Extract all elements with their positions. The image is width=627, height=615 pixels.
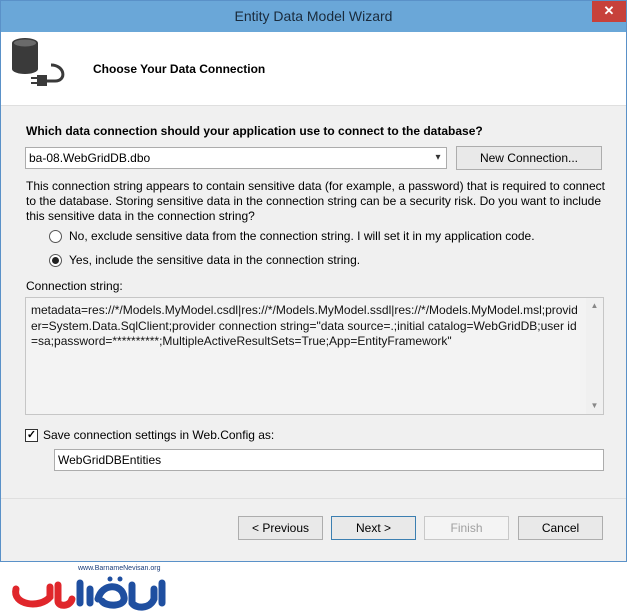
data-connection-value: ba-08.WebGridDB.dbo — [29, 151, 151, 165]
save-settings-label: Save connection settings in Web.Config a… — [43, 428, 275, 442]
next-button[interactable]: Next > — [331, 516, 416, 540]
previous-button[interactable]: < Previous — [238, 516, 323, 540]
exclude-label: No, exclude sensitive data from the conn… — [69, 229, 535, 243]
cancel-button[interactable]: Cancel — [518, 516, 603, 540]
connection-string-label: Connection string: — [26, 279, 123, 293]
title-bar: Entity Data Model Wizard ✕ — [1, 1, 626, 32]
watermark-url: www.BarnameNevisan.org — [78, 565, 161, 572]
sensitive-data-message: This connection string appears to contai… — [26, 179, 605, 223]
save-settings-option[interactable]: ✓ Save connection settings in Web.Config… — [25, 427, 274, 443]
footer-divider — [1, 498, 626, 499]
connection-question: Which data connection should your applic… — [26, 124, 483, 138]
include-sensitive-option[interactable]: Yes, include the sensitive data in the c… — [49, 252, 360, 268]
save-settings-checkbox[interactable]: ✓ — [25, 428, 38, 442]
scroll-up-icon[interactable]: ▲ — [586, 298, 603, 314]
new-connection-button[interactable]: New Connection... — [456, 146, 602, 170]
exclude-sensitive-option[interactable]: No, exclude sensitive data from the conn… — [49, 228, 535, 244]
database-connection-icon — [12, 38, 65, 86]
vertical-scrollbar[interactable]: ▲ ▼ — [586, 298, 603, 414]
close-button[interactable]: ✕ — [592, 1, 626, 22]
page-title: Choose Your Data Connection — [93, 62, 266, 76]
scroll-down-icon[interactable]: ▼ — [586, 398, 603, 414]
connection-string-box[interactable]: metadata=res://*/Models.MyModel.csdl|res… — [25, 297, 604, 415]
data-connection-select[interactable]: ba-08.WebGridDB.dbo ▾ — [25, 147, 447, 169]
wizard-header: Choose Your Data Connection — [1, 32, 626, 106]
finish-button[interactable]: Finish — [424, 516, 509, 540]
exclude-radio[interactable] — [49, 229, 62, 243]
window-title: Entity Data Model Wizard — [234, 8, 393, 24]
barnamenevisan-logo-icon — [12, 576, 166, 611]
entity-name-input[interactable]: WebGridDBEntities — [54, 449, 604, 471]
connection-string-text: metadata=res://*/Models.MyModel.csdl|res… — [31, 303, 578, 348]
wizard-window: Entity Data Model Wizard ✕ Choose Your D… — [0, 0, 627, 562]
chevron-down-icon[interactable]: ▾ — [430, 148, 446, 168]
watermark-logo: www.BarnameNevisan.org — [10, 565, 185, 613]
include-radio[interactable] — [49, 253, 62, 267]
include-label: Yes, include the sensitive data in the c… — [69, 253, 361, 267]
